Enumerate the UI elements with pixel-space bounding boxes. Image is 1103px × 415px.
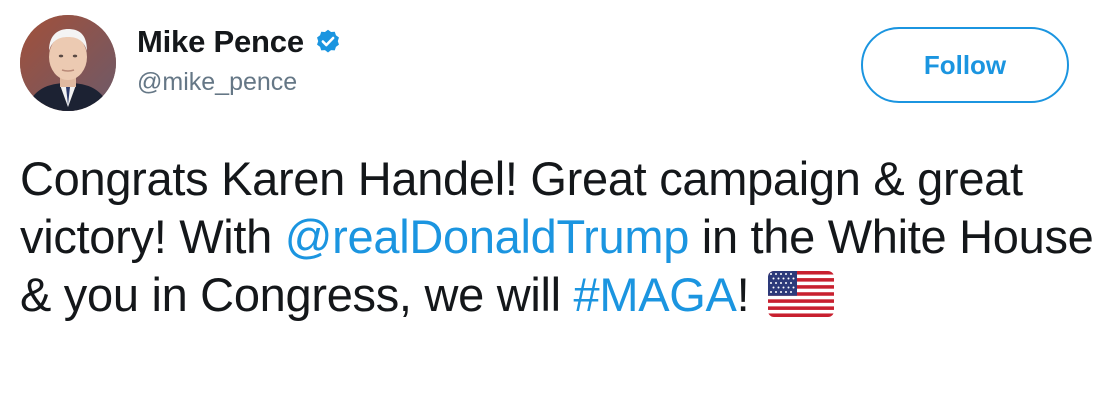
user-info: Mike Pence @mike_pence [137,22,342,97]
verified-badge-icon [314,28,342,56]
name-row: Mike Pence [137,22,342,62]
profile-avatar[interactable] [20,15,116,111]
hashtag-link[interactable]: #MAGA [574,268,737,321]
user-handle[interactable]: @mike_pence [137,68,342,97]
display-name[interactable]: Mike Pence [137,24,304,60]
us-flag-emoji-icon [768,271,835,317]
tweet-text: Congrats Karen Handel! Great campaign & … [20,150,1095,324]
avatar-image [20,15,116,111]
tweet-text-part3: ! [736,268,763,321]
tweet-card: Mike Pence @mike_pence Follow Congrats K… [0,0,1103,415]
follow-button[interactable]: Follow [861,27,1069,103]
mention-link[interactable]: @realDonaldTrump [285,210,690,263]
